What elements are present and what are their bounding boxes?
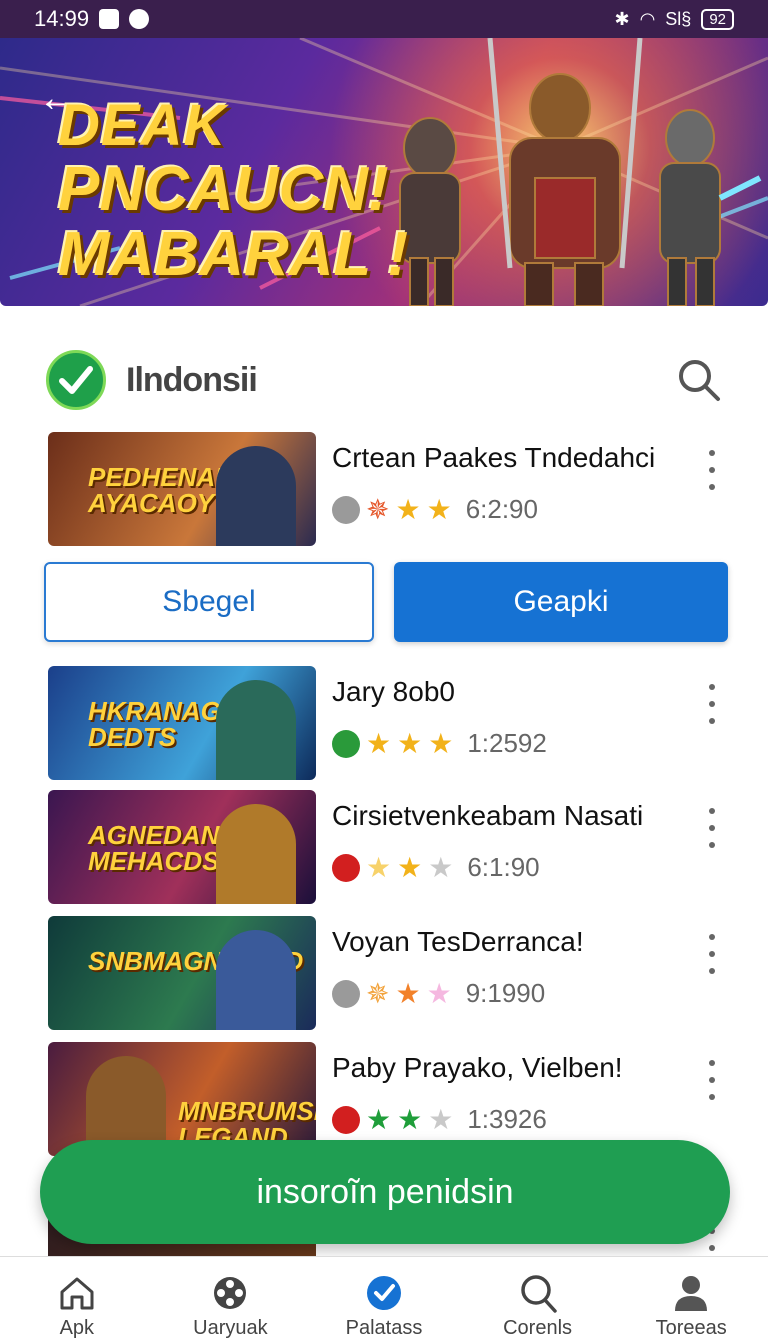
install-cta-button[interactable]: insoroĩn penidsin: [40, 1140, 730, 1244]
game-rating: 1:2592: [467, 728, 547, 758]
hero-title-line3: MABARAL !: [58, 219, 409, 289]
game-rating: 9:1990: [465, 978, 546, 1008]
badge-icon: ✵: [366, 977, 390, 1009]
game-title[interactable]: Paby Prayako, Vielben!: [332, 1052, 623, 1084]
bottom-navigation: Apk Uaryuak Palatass Corenls Toreeas: [0, 1256, 768, 1344]
person-icon: [671, 1273, 711, 1313]
game-thumbnail[interactable]: AGNEDAN MEHACDS: [48, 790, 316, 904]
primary-button[interactable]: Geapki: [394, 562, 728, 642]
badge-icon: ✵: [366, 493, 390, 525]
star-icon: ★: [395, 977, 421, 1009]
star-icon: ★: [395, 493, 421, 525]
game-title[interactable]: Jary 8ob0: [332, 676, 455, 708]
status-time: 14:99: [34, 6, 90, 31]
search-icon: [518, 1273, 558, 1313]
game-rating: 6:2:90: [465, 494, 538, 524]
star-icon: ★: [397, 1103, 423, 1135]
game-thumbnail[interactable]: HKRANAGN DEDTS: [48, 666, 316, 780]
nav-label: Toreeas: [655, 1317, 727, 1339]
game-rating: 6:1:90: [467, 852, 540, 882]
star-icon: ★: [366, 727, 392, 759]
nav-label: Apk: [59, 1317, 95, 1339]
game-title[interactable]: Crtean Paakes Tndedahci: [332, 442, 655, 474]
app-notification-icon: [129, 9, 150, 29]
game-meta: ✵ ★ ★ 6:2:90: [332, 494, 538, 525]
list-item[interactable]: HKRANAGN DEDTS Jary 8ob0 ★ ★ ★ 1:2592: [46, 666, 736, 782]
search-icon[interactable]: [676, 357, 722, 403]
secondary-button[interactable]: Sbegel: [44, 562, 374, 642]
brand-check-logo: [46, 350, 106, 410]
hero-title: DEAK PNCAUCN! MABARAL !: [58, 93, 409, 289]
list-item[interactable]: PEDHENAUN AYACAOY Crtean Paakes Tndedahc…: [46, 432, 736, 548]
nav-item-palatass[interactable]: Palatass: [307, 1257, 461, 1344]
status-bar: 14:99 ✱ ◠ Sl§ 92: [0, 0, 768, 38]
nav-label: Palatass: [345, 1317, 423, 1339]
notification-icon: [99, 9, 120, 29]
star-icon: ★: [397, 727, 423, 759]
more-options-icon[interactable]: [700, 1060, 724, 1100]
film-reel-icon: [210, 1273, 250, 1313]
nav-label: Uaryuak: [193, 1317, 268, 1339]
hero-title-line1: DEAK: [58, 93, 227, 158]
nav-label: Corenls: [503, 1317, 573, 1339]
more-options-icon[interactable]: [700, 808, 724, 848]
nav-item-corenls[interactable]: Corenls: [461, 1257, 615, 1344]
game-thumbnail[interactable]: SNBMAGN DEND: [48, 916, 316, 1030]
hero-banner: ← DEAK PNCAUCN! MABARAL !: [0, 38, 768, 306]
hero-title-line2: PNCAUCN!: [58, 154, 389, 224]
check-badge-icon: [364, 1273, 404, 1313]
check-icon: [59, 366, 93, 394]
bluetooth-icon: ✱: [614, 8, 630, 29]
list-item[interactable]: SNBMAGN DEND Voyan TesDerranca! ✵ ★ ★ 9:…: [46, 916, 736, 1032]
list-item[interactable]: AGNEDAN MEHACDS Cirsietvenkeabam Nasati …: [46, 790, 736, 906]
category-icon: [332, 729, 360, 758]
signal-text: Sl§: [665, 8, 692, 29]
thumbnail-character: [216, 804, 296, 904]
game-thumbnail[interactable]: PEDHENAUN AYACAOY: [48, 432, 316, 546]
game-rating: 1:3926: [467, 1104, 547, 1134]
star-icon: ★: [366, 1103, 392, 1135]
wifi-icon: ◠: [639, 8, 656, 29]
nav-item-uaryuak[interactable]: Uaryuak: [154, 1257, 308, 1344]
nav-item-toreeas[interactable]: Toreeas: [614, 1257, 768, 1344]
category-icon: [332, 1105, 360, 1134]
star-icon: ★: [426, 493, 452, 525]
game-title[interactable]: Cirsietvenkeabam Nasati: [332, 800, 643, 832]
category-icon: [332, 979, 360, 1008]
thumbnail-character: [216, 930, 296, 1030]
star-icon: ★: [397, 851, 423, 883]
thumbnail-character: [216, 446, 296, 546]
game-meta: ★ ★ ★ 6:1:90: [332, 852, 540, 883]
star-icon: ★: [428, 727, 454, 759]
more-options-icon[interactable]: [700, 934, 724, 974]
brand-name: Ilndonsii: [126, 360, 258, 399]
more-options-icon[interactable]: [700, 684, 724, 724]
thumbnail-character: [216, 680, 296, 780]
section-header: Ilndonsii: [0, 340, 768, 420]
game-thumbnail[interactable]: MNBRUMSH LEGAND: [48, 1042, 316, 1156]
star-icon: ★: [426, 977, 452, 1009]
more-options-icon[interactable]: [700, 450, 724, 490]
category-icon: [332, 495, 360, 524]
home-icon: [57, 1273, 97, 1313]
star-icon: ★: [428, 1103, 454, 1135]
game-meta: ★ ★ ★ 1:3926: [332, 1104, 547, 1135]
hero-warriors-illustration: [399, 38, 762, 306]
game-title[interactable]: Voyan TesDerranca!: [332, 926, 584, 958]
star-icon: ★: [428, 851, 454, 883]
category-icon: [332, 853, 360, 882]
star-icon: ★: [366, 851, 392, 883]
battery-indicator: 92: [701, 8, 734, 30]
game-meta: ★ ★ ★ 1:2592: [332, 728, 547, 759]
nav-item-apk[interactable]: Apk: [0, 1257, 154, 1344]
game-meta: ✵ ★ ★ 9:1990: [332, 978, 545, 1009]
